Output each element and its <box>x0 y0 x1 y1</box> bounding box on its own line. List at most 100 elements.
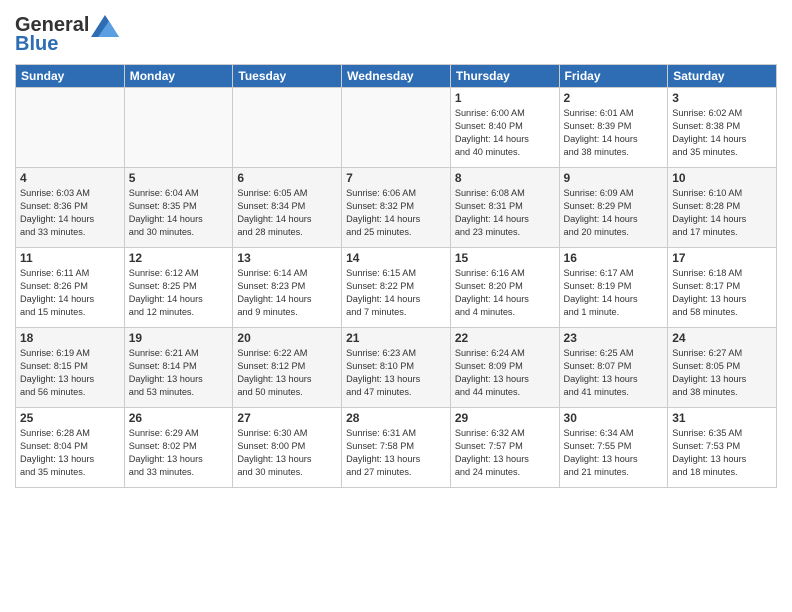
day-number: 10 <box>672 171 772 185</box>
day-number: 22 <box>455 331 555 345</box>
calendar-cell <box>16 88 125 168</box>
main-container: General Blue Sunday Monday Tuesday Wedne… <box>0 0 792 612</box>
calendar-cell: 18 Sunrise: 6:19 AM Sunset: 8:15 PM Dayli… <box>16 328 125 408</box>
day-info: Sunrise: 6:28 AM Sunset: 8:04 PM Dayligh… <box>20 427 120 479</box>
calendar-cell <box>342 88 451 168</box>
calendar-cell: 16 Sunrise: 6:17 AM Sunset: 8:19 PM Dayli… <box>559 248 668 328</box>
day-number: 6 <box>237 171 337 185</box>
day-info: Sunrise: 6:22 AM Sunset: 8:12 PM Dayligh… <box>237 347 337 399</box>
day-number: 3 <box>672 91 772 105</box>
calendar-cell: 22 Sunrise: 6:24 AM Sunset: 8:09 PM Dayli… <box>450 328 559 408</box>
day-number: 4 <box>20 171 120 185</box>
day-number: 31 <box>672 411 772 425</box>
calendar-cell: 1Sunrise: 6:00 AM Sunset: 8:40 PM Daylig… <box>450 88 559 168</box>
col-wednesday: Wednesday <box>342 65 451 88</box>
calendar-week-row: 11 Sunrise: 6:11 AM Sunset: 8:26 PM Dayli… <box>16 248 777 328</box>
calendar-cell: 29 Sunrise: 6:32 AM Sunset: 7:57 PM Dayli… <box>450 408 559 488</box>
calendar-week-row: 4Sunrise: 6:03 AM Sunset: 8:36 PM Daylig… <box>16 168 777 248</box>
col-thursday: Thursday <box>450 65 559 88</box>
day-number: 8 <box>455 171 555 185</box>
day-number: 18 <box>20 331 120 345</box>
day-info: Sunrise: 6:11 AM Sunset: 8:26 PM Dayligh… <box>20 267 120 319</box>
day-number: 29 <box>455 411 555 425</box>
day-number: 11 <box>20 251 120 265</box>
day-number: 21 <box>346 331 446 345</box>
col-tuesday: Tuesday <box>233 65 342 88</box>
calendar-week-row: 18 Sunrise: 6:19 AM Sunset: 8:15 PM Dayli… <box>16 328 777 408</box>
calendar-cell: 30Sunrise: 6:34 AM Sunset: 7:55 PM Dayli… <box>559 408 668 488</box>
col-sunday: Sunday <box>16 65 125 88</box>
day-number: 9 <box>564 171 664 185</box>
calendar-cell: 19Sunrise: 6:21 AM Sunset: 8:14 PM Dayli… <box>124 328 233 408</box>
day-info: Sunrise: 6:05 AM Sunset: 8:34 PM Dayligh… <box>237 187 337 239</box>
calendar-cell: 27 Sunrise: 6:30 AM Sunset: 8:00 PM Dayli… <box>233 408 342 488</box>
day-info: Sunrise: 6:18 AM Sunset: 8:17 PM Dayligh… <box>672 267 772 319</box>
calendar-cell: 17Sunrise: 6:18 AM Sunset: 8:17 PM Dayli… <box>668 248 777 328</box>
day-number: 14 <box>346 251 446 265</box>
logo-blue: Blue <box>15 33 58 56</box>
calendar-cell: 9Sunrise: 6:09 AM Sunset: 8:29 PM Daylig… <box>559 168 668 248</box>
day-info: Sunrise: 6:14 AM Sunset: 8:23 PM Dayligh… <box>237 267 337 319</box>
day-number: 26 <box>129 411 229 425</box>
calendar-cell: 23 Sunrise: 6:25 AM Sunset: 8:07 PM Dayli… <box>559 328 668 408</box>
day-info: Sunrise: 6:17 AM Sunset: 8:19 PM Dayligh… <box>564 267 664 319</box>
day-info: Sunrise: 6:04 AM Sunset: 8:35 PM Dayligh… <box>129 187 229 239</box>
day-number: 25 <box>20 411 120 425</box>
header: General Blue <box>15 10 777 56</box>
col-monday: Monday <box>124 65 233 88</box>
day-info: Sunrise: 6:25 AM Sunset: 8:07 PM Dayligh… <box>564 347 664 399</box>
day-info: Sunrise: 6:08 AM Sunset: 8:31 PM Dayligh… <box>455 187 555 239</box>
day-info: Sunrise: 6:16 AM Sunset: 8:20 PM Dayligh… <box>455 267 555 319</box>
day-info: Sunrise: 6:00 AM Sunset: 8:40 PM Dayligh… <box>455 107 555 159</box>
calendar-cell: 31 Sunrise: 6:35 AM Sunset: 7:53 PM Dayli… <box>668 408 777 488</box>
calendar-cell: 5 Sunrise: 6:04 AM Sunset: 8:35 PM Daylig… <box>124 168 233 248</box>
day-number: 12 <box>129 251 229 265</box>
calendar-week-row: 25 Sunrise: 6:28 AM Sunset: 8:04 PM Dayli… <box>16 408 777 488</box>
day-info: Sunrise: 6:06 AM Sunset: 8:32 PM Dayligh… <box>346 187 446 239</box>
calendar-cell: 13 Sunrise: 6:14 AM Sunset: 8:23 PM Dayli… <box>233 248 342 328</box>
col-friday: Friday <box>559 65 668 88</box>
day-number: 15 <box>455 251 555 265</box>
calendar-cell: 6 Sunrise: 6:05 AM Sunset: 8:34 PM Daylig… <box>233 168 342 248</box>
day-number: 13 <box>237 251 337 265</box>
day-number: 30 <box>564 411 664 425</box>
day-number: 27 <box>237 411 337 425</box>
day-number: 16 <box>564 251 664 265</box>
day-info: Sunrise: 6:30 AM Sunset: 8:00 PM Dayligh… <box>237 427 337 479</box>
day-number: 23 <box>564 331 664 345</box>
day-info: Sunrise: 6:19 AM Sunset: 8:15 PM Dayligh… <box>20 347 120 399</box>
calendar-cell: 7Sunrise: 6:06 AM Sunset: 8:32 PM Daylig… <box>342 168 451 248</box>
calendar-cell: 3Sunrise: 6:02 AM Sunset: 8:38 PM Daylig… <box>668 88 777 168</box>
day-info: Sunrise: 6:35 AM Sunset: 7:53 PM Dayligh… <box>672 427 772 479</box>
day-number: 20 <box>237 331 337 345</box>
calendar-cell: 25 Sunrise: 6:28 AM Sunset: 8:04 PM Dayli… <box>16 408 125 488</box>
day-number: 2 <box>564 91 664 105</box>
calendar-cell: 26Sunrise: 6:29 AM Sunset: 8:02 PM Dayli… <box>124 408 233 488</box>
day-info: Sunrise: 6:24 AM Sunset: 8:09 PM Dayligh… <box>455 347 555 399</box>
logo-icon <box>91 15 119 37</box>
day-info: Sunrise: 6:23 AM Sunset: 8:10 PM Dayligh… <box>346 347 446 399</box>
calendar-cell: 12 Sunrise: 6:12 AM Sunset: 8:25 PM Dayli… <box>124 248 233 328</box>
day-info: Sunrise: 6:31 AM Sunset: 7:58 PM Dayligh… <box>346 427 446 479</box>
calendar-header-row: Sunday Monday Tuesday Wednesday Thursday… <box>16 65 777 88</box>
calendar-cell: 8 Sunrise: 6:08 AM Sunset: 8:31 PM Daylig… <box>450 168 559 248</box>
day-number: 24 <box>672 331 772 345</box>
calendar-cell: 28Sunrise: 6:31 AM Sunset: 7:58 PM Dayli… <box>342 408 451 488</box>
calendar-table: Sunday Monday Tuesday Wednesday Thursday… <box>15 64 777 488</box>
calendar-cell: 20 Sunrise: 6:22 AM Sunset: 8:12 PM Dayli… <box>233 328 342 408</box>
calendar-cell: 15 Sunrise: 6:16 AM Sunset: 8:20 PM Dayli… <box>450 248 559 328</box>
logo: General Blue <box>15 14 119 56</box>
day-info: Sunrise: 6:12 AM Sunset: 8:25 PM Dayligh… <box>129 267 229 319</box>
calendar-cell: 10Sunrise: 6:10 AM Sunset: 8:28 PM Dayli… <box>668 168 777 248</box>
calendar-cell: 14 Sunrise: 6:15 AM Sunset: 8:22 PM Dayli… <box>342 248 451 328</box>
day-info: Sunrise: 6:27 AM Sunset: 8:05 PM Dayligh… <box>672 347 772 399</box>
calendar-cell: 4Sunrise: 6:03 AM Sunset: 8:36 PM Daylig… <box>16 168 125 248</box>
calendar-week-row: 1Sunrise: 6:00 AM Sunset: 8:40 PM Daylig… <box>16 88 777 168</box>
calendar-cell <box>233 88 342 168</box>
day-number: 19 <box>129 331 229 345</box>
day-number: 5 <box>129 171 229 185</box>
day-info: Sunrise: 6:32 AM Sunset: 7:57 PM Dayligh… <box>455 427 555 479</box>
calendar-cell <box>124 88 233 168</box>
day-info: Sunrise: 6:15 AM Sunset: 8:22 PM Dayligh… <box>346 267 446 319</box>
col-saturday: Saturday <box>668 65 777 88</box>
